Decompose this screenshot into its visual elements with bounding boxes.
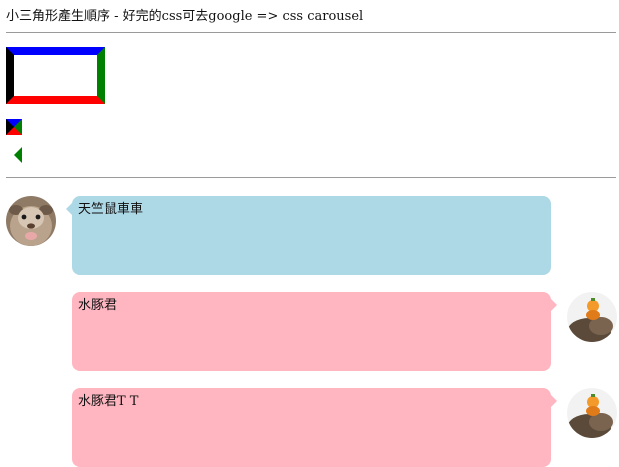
- chat-bubble-outgoing: 水豚君: [72, 292, 557, 371]
- chat-message-text: 水豚君T T: [78, 394, 139, 409]
- chat-bubble-incoming: 天竺鼠車車: [66, 196, 551, 275]
- four-color-border-box: [6, 47, 105, 104]
- bubble-tail: [66, 203, 72, 215]
- bubble-tail: [551, 299, 557, 311]
- four-triangle-square: [6, 119, 22, 135]
- chat-message-text: 天竺鼠車車: [78, 202, 144, 217]
- page-heading: 小三角形產生順序 - 好完的css可去google => css carouse…: [6, 9, 364, 24]
- horizontal-divider: [6, 177, 616, 178]
- chat-bubble-outgoing: 水豚君T T: [72, 388, 557, 467]
- chat-message-text: 水豚君: [78, 298, 118, 313]
- left-pointing-triangle: [14, 147, 22, 163]
- horizontal-divider: [6, 32, 616, 33]
- capybara-orange-avatar: [567, 292, 617, 342]
- capybara-orange-avatar: [567, 388, 617, 438]
- guinea-pig-avatar: [6, 196, 56, 246]
- bubble-tail: [551, 395, 557, 407]
